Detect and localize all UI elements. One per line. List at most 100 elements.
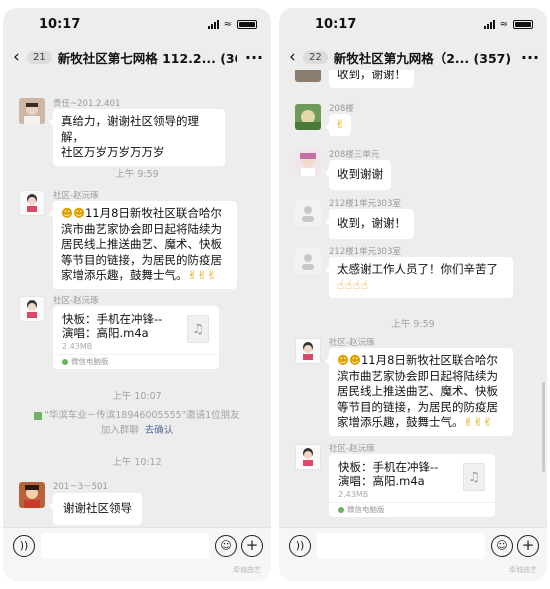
message-text: 收到，谢谢！ xyxy=(337,70,406,81)
status-bar: 10:17 ≈ xyxy=(3,8,271,38)
victory-hand-emoji-icon: ✌✌✌ xyxy=(463,415,493,429)
avatar[interactable] xyxy=(295,248,321,274)
plus-icon[interactable]: + xyxy=(241,535,263,557)
emoji-icon[interactable]: ☺ xyxy=(215,535,237,557)
file-message[interactable]: 快板：手机在冲锋-- 演唱：高阳.m4a 2.43MB ♫ 微信电脑版 xyxy=(329,454,495,517)
invite-notice: "华滨车业－传滨18946005555"邀请1位朋友 加入群聊 去确认 xyxy=(13,408,261,438)
timestamp: 上午 9:59 xyxy=(115,169,159,180)
message-text: 滨市曲艺家协会即日起将陆续为 xyxy=(337,368,498,383)
avatar[interactable] xyxy=(295,444,321,470)
status-time: 10:17 xyxy=(315,17,357,32)
sender-name: 社区-赵沅琢 xyxy=(329,338,375,348)
source-app-icon xyxy=(62,359,68,365)
file-name-line: 快板：手机在冲锋-- xyxy=(338,460,439,474)
unread-count-badge[interactable]: 22 xyxy=(303,50,328,64)
plus-icon[interactable]: + xyxy=(517,535,539,557)
face-emoji-icon: ☻☻ xyxy=(61,206,85,220)
timestamp: 上午 10:12 xyxy=(112,457,162,468)
praying-hands-emoji-icon: ☝☝☝☝ xyxy=(337,277,370,292)
face-emoji-icon: ☻☻ xyxy=(337,353,361,367)
message-text: 11月8日新牧社区联合哈尔 xyxy=(84,206,222,220)
avatar[interactable] xyxy=(295,338,321,364)
message-text: 11月8日新牧社区联合哈尔 xyxy=(360,353,498,367)
sender-name: 201－3－501 xyxy=(53,482,108,492)
avatar[interactable] xyxy=(295,150,321,176)
wifi-icon: ≈ xyxy=(223,19,232,30)
message-text: 家增添乐趣，鼓舞士气。 xyxy=(61,268,188,282)
invite-text: "华滨车业－传滨18946005555"邀请1位朋友 xyxy=(44,410,240,421)
watermark: 牵城曲艺 xyxy=(233,566,261,574)
message-input[interactable] xyxy=(317,533,485,559)
file-source: 微信电脑版 xyxy=(329,502,495,517)
message-bubble[interactable]: 太感谢工作人员了！你们辛苦了 ☝☝☝☝ xyxy=(325,257,513,298)
music-file-icon: ♫ xyxy=(463,463,485,491)
message-text: 收到，谢谢！ xyxy=(337,216,406,230)
message-text: 等节目的链接，为居民的防疫居 xyxy=(337,399,498,414)
message-bubble[interactable]: ✌ xyxy=(325,114,351,136)
confirm-link[interactable]: 去确认 xyxy=(145,425,174,436)
voice-icon[interactable]: )) xyxy=(13,535,35,557)
chat-header: ‹ 22 新牧社区第九网格（2... (357) ··· xyxy=(279,44,547,70)
input-bar: )) ☺ + 牵城曲艺 xyxy=(3,527,271,581)
message-bubble[interactable]: ☻☻11月8日新牧社区联合哈尔 滨市曲艺家协会即日起将陆续为 居民线上推送曲艺、… xyxy=(325,348,513,436)
avatar[interactable] xyxy=(295,104,321,130)
file-source: 微信电脑版 xyxy=(53,354,219,369)
file-name-line: 演唱：高阳.m4a xyxy=(62,326,149,340)
sender-name: 208楼三单元 xyxy=(329,150,380,160)
avatar[interactable] xyxy=(295,200,321,226)
avatar[interactable] xyxy=(19,190,45,216)
more-icon[interactable]: ··· xyxy=(237,48,271,67)
signal-icon xyxy=(207,20,219,29)
group-invite-icon xyxy=(34,411,43,420)
scrollbar[interactable] xyxy=(542,382,545,472)
message-bubble[interactable]: 收到谢谢 xyxy=(325,160,391,190)
message-bubble[interactable]: 真给力，谢谢社区领导的理解， 社区万岁万岁万万岁 xyxy=(49,109,225,166)
back-icon[interactable]: ‹ xyxy=(279,47,299,67)
status-bar: 10:17 ≈ xyxy=(279,8,547,38)
file-message[interactable]: 快板：手机在冲锋-- 演唱：高阳.m4a 2.43MB ♫ 微信电脑版 xyxy=(53,306,219,369)
message-text: 太感谢工作人员了！你们辛苦了 xyxy=(337,262,498,276)
sender-name: 208楼 xyxy=(329,104,354,114)
watermark: 牵城曲艺 xyxy=(509,566,537,574)
voice-icon[interactable]: )) xyxy=(289,535,311,557)
sender-name: 212楼1单元303室 xyxy=(329,199,401,209)
timestamp: 上午 9:59 xyxy=(391,319,435,330)
right-chat-screen: 10:17 ≈ ‹ 22 新牧社区第九网格（2... (357) ··· 收到，… xyxy=(279,8,547,581)
file-source-label: 微信电脑版 xyxy=(71,357,109,366)
victory-hand-emoji-icon: ✌ xyxy=(335,117,345,131)
avatar[interactable] xyxy=(19,98,45,124)
message-text: 等节目的链接，为居民的防疫居 xyxy=(61,252,222,267)
message-list[interactable]: 责任~201.2.401 真给力，谢谢社区领导的理解， 社区万岁万岁万万岁 上午… xyxy=(3,70,271,527)
file-name-line: 快板：手机在冲锋-- xyxy=(62,312,163,326)
sender-name: 社区-赵沅琢 xyxy=(329,444,375,454)
chat-title: 新牧社区第九网格（2... (357) xyxy=(333,50,512,66)
message-text: 滨市曲艺家协会即日起将陆续为 xyxy=(61,221,222,236)
message-bubble[interactable]: 谢谢社区领导 xyxy=(49,493,142,525)
source-app-icon xyxy=(338,507,344,513)
avatar[interactable] xyxy=(19,296,45,322)
message-bubble[interactable]: ☻☻11月8日新牧社区联合哈尔 滨市曲艺家协会即日起将陆续为 居民线上推送曲艺、… xyxy=(49,201,237,289)
unread-count-badge[interactable]: 21 xyxy=(27,50,52,64)
input-bar: )) ☺ + 牵城曲艺 xyxy=(279,527,547,581)
signal-icon xyxy=(483,20,495,29)
file-name-line: 演唱：高阳.m4a xyxy=(338,474,425,488)
message-list[interactable]: 收到，谢谢！ 208楼 ✌ 208楼三单元 收到谢谢 212楼1单元303室 收… xyxy=(279,70,547,527)
avatar[interactable] xyxy=(19,482,45,508)
battery-icon xyxy=(237,20,257,29)
file-size: 2.43MB xyxy=(62,342,93,351)
message-bubble[interactable]: 收到，谢谢！ xyxy=(325,209,414,239)
message-bubble-partial[interactable]: 收到，谢谢！ xyxy=(329,70,414,88)
invite-text-2: 加入群聊 xyxy=(100,425,139,436)
back-icon[interactable]: ‹ xyxy=(3,47,23,67)
avatar[interactable] xyxy=(295,70,321,82)
emoji-icon[interactable]: ☺ xyxy=(491,535,513,557)
message-text: 收到谢谢 xyxy=(337,167,383,181)
message-text: 居民线上推送曲艺、魔术、快板 xyxy=(61,237,222,251)
message-input[interactable] xyxy=(41,533,209,559)
sender-name: 社区-赵沅琢 xyxy=(53,191,99,201)
more-icon[interactable]: ··· xyxy=(513,48,547,67)
message-text: 居民线上推送曲艺、魔术、快板 xyxy=(337,384,498,398)
timestamp: 上午 10:07 xyxy=(112,391,162,402)
victory-hand-emoji-icon: ✌✌✌ xyxy=(187,268,217,282)
file-size: 2.43MB xyxy=(338,490,369,499)
